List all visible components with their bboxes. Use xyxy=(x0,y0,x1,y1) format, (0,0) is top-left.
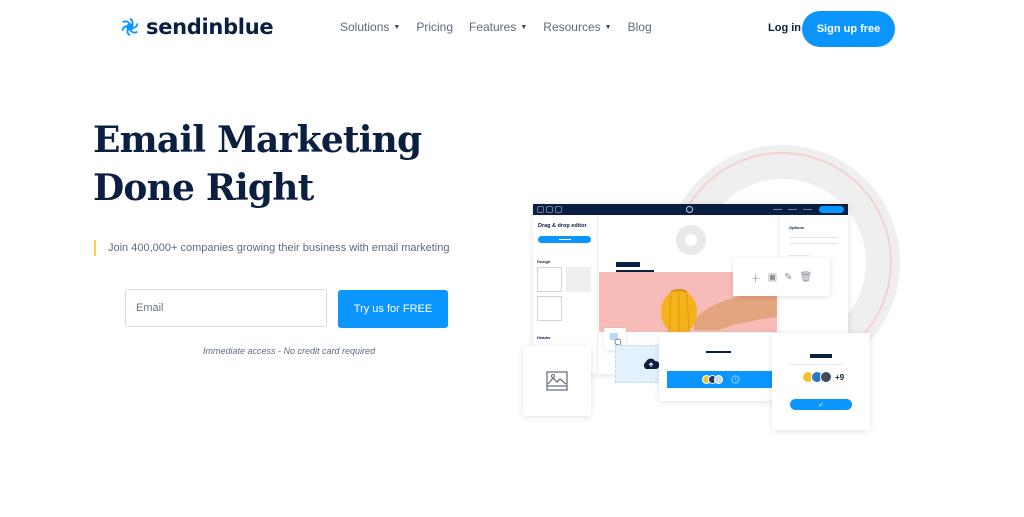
nav-blog[interactable]: Blog xyxy=(628,20,652,34)
menu-lines xyxy=(773,209,812,210)
editor-title: Drag & drop editor xyxy=(538,223,587,229)
checkmark-icon: ✓ xyxy=(818,401,824,409)
email-input[interactable] xyxy=(125,289,327,327)
schedule-card xyxy=(659,333,782,401)
avatar xyxy=(820,371,832,383)
hero-title: Email Marketing Done Right xyxy=(93,119,422,209)
login-link[interactable]: Log in xyxy=(768,22,801,34)
nav-label: Features xyxy=(469,20,517,34)
nav-solutions[interactable]: Solutions ▼ xyxy=(340,20,400,34)
save-check-button xyxy=(819,206,844,213)
pencil-icon: ✎ xyxy=(784,271,793,283)
confirm-button: ✓ xyxy=(790,399,852,410)
plus-icon: ＋ xyxy=(750,273,761,285)
options-title: Options xyxy=(789,225,805,230)
recipient-group: +9 xyxy=(802,371,844,383)
main-nav: Solutions ▼ Pricing Features ▼ Resources… xyxy=(340,20,668,34)
avatar xyxy=(714,375,723,384)
site-header: sendinblue Solutions ▼ Pricing Features … xyxy=(0,0,1024,58)
try-free-button[interactable]: Try us for FREE xyxy=(338,290,448,328)
nav-label: Resources xyxy=(543,20,601,34)
image-text-block xyxy=(537,296,562,321)
nav-label: Pricing xyxy=(416,20,453,34)
title-placeholder xyxy=(616,262,640,267)
design-label: Design xyxy=(537,259,551,264)
sidebar-button xyxy=(538,236,591,243)
duplicate-icon: ▣ xyxy=(767,271,778,283)
window-controls xyxy=(537,206,562,213)
nav-resources[interactable]: Resources ▼ xyxy=(543,20,611,34)
signup-button[interactable]: Sign up free xyxy=(802,11,895,47)
nav-pricing[interactable]: Pricing xyxy=(416,20,453,34)
gear-icon xyxy=(686,206,693,213)
brand-name: sendinblue xyxy=(146,15,274,39)
block-toolbar: ＋ ▣ ✎ 🗑 xyxy=(733,258,830,296)
cloud-upload-icon xyxy=(643,358,660,369)
nav-label: Blog xyxy=(627,20,652,34)
image-icon xyxy=(546,371,568,391)
send-card: +9 ✓ xyxy=(772,333,870,430)
empty-block xyxy=(566,267,591,292)
send-title-placeholder xyxy=(810,354,832,358)
hero-illustration: Drag & drop editor Design Header Options xyxy=(520,140,920,450)
caret-down-icon: ▼ xyxy=(520,23,528,31)
donut-shape xyxy=(676,225,706,255)
editor-topbar xyxy=(533,204,848,215)
button-block xyxy=(537,267,562,292)
schedule-bar xyxy=(667,371,775,388)
caret-down-icon: ▼ xyxy=(393,23,401,31)
clock-icon xyxy=(731,375,740,384)
extra-recipients-count: +9 xyxy=(835,372,845,382)
recipient-avatars xyxy=(702,375,723,384)
nav-features[interactable]: Features ▼ xyxy=(469,20,527,34)
sendinblue-logo-icon xyxy=(121,17,139,37)
nav-label: Solutions xyxy=(340,20,390,34)
hero-subline: Join 400,000+ companies growing their bu… xyxy=(94,240,450,256)
caret-down-icon: ▼ xyxy=(604,23,612,31)
trash-icon: 🗑 xyxy=(799,271,813,283)
logo[interactable]: sendinblue xyxy=(119,15,274,39)
header-label: Header xyxy=(537,335,551,340)
no-credit-card-note: Immediate access - No credit card requir… xyxy=(203,346,376,356)
schedule-title-placeholder xyxy=(706,351,731,353)
image-block-card xyxy=(523,346,591,416)
